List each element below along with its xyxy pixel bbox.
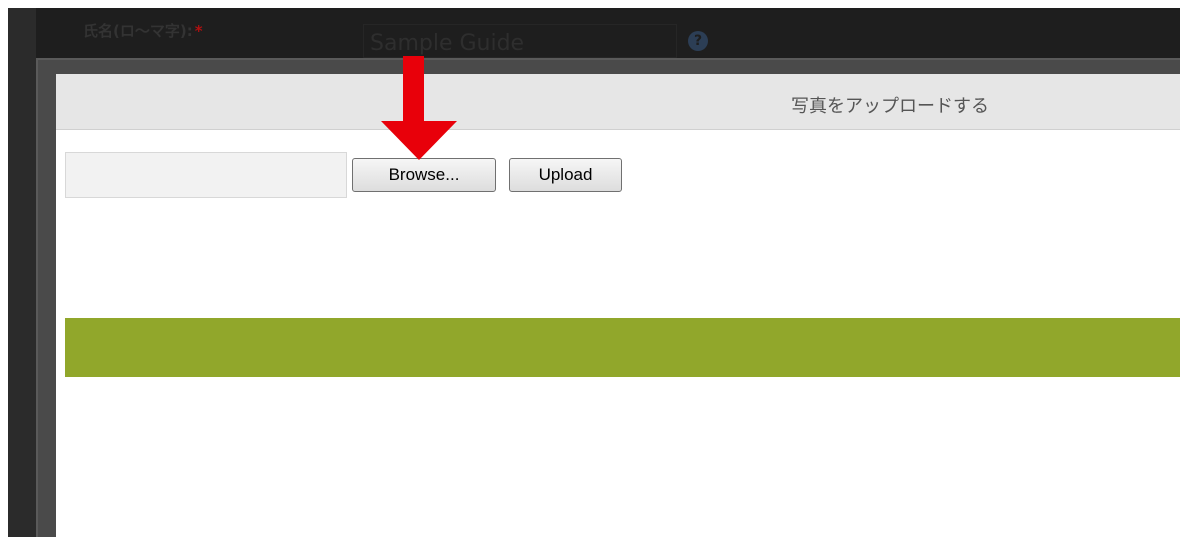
down-arrow-icon — [381, 56, 457, 160]
browse-button[interactable]: Browse... — [352, 158, 496, 192]
dialog-title: 写真をアップロードする — [791, 96, 989, 117]
name-romaji-label: 氏名(ロ～マ字): * — [83, 22, 203, 40]
help-icon[interactable]: ? — [688, 31, 708, 51]
green-divider-bar — [65, 318, 1180, 377]
required-marker: * — [194, 22, 203, 40]
upload-button[interactable]: Upload — [509, 158, 622, 192]
page-left-edge — [8, 8, 36, 537]
name-romaji-input[interactable]: Sample Guide — [363, 24, 677, 58]
down-arrow-shape — [381, 56, 457, 160]
page: 氏名(ロ～マ字): * Sample Guide ? 写真をアップロードする Br… — [0, 0, 1180, 537]
file-path-field[interactable] — [65, 152, 347, 198]
upload-photo-dialog: 写真をアップロードする Browse... Upload — [56, 74, 1180, 537]
dialog-header: 写真をアップロードする — [56, 74, 1180, 130]
